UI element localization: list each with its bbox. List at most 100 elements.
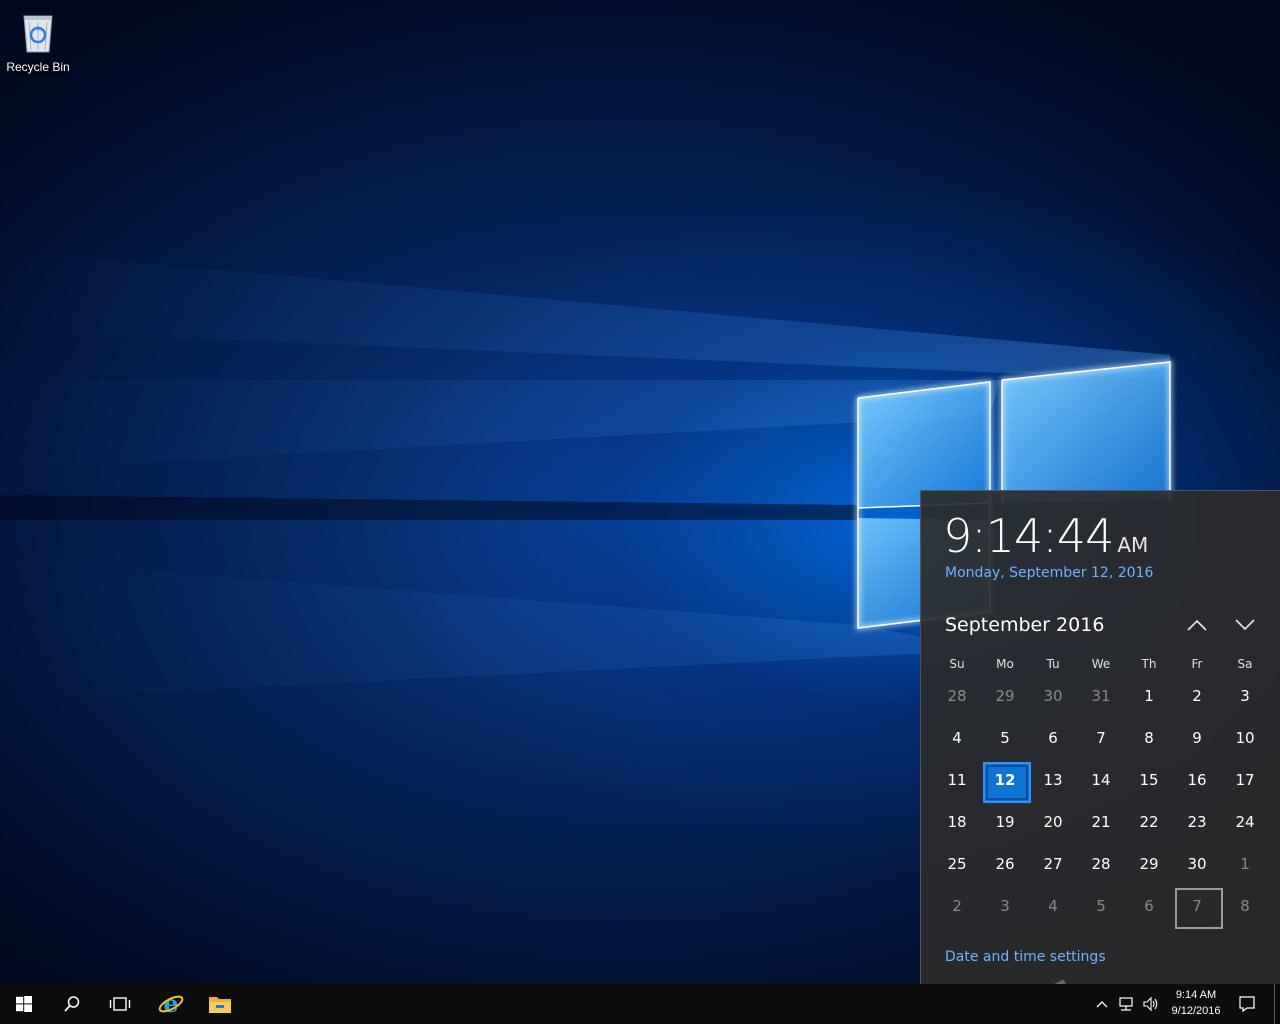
volume-tray-button[interactable] [1140, 984, 1162, 1024]
calendar-day-number: 28 [1091, 855, 1111, 873]
calendar-day[interactable]: 31 [1077, 675, 1125, 717]
calendar-day[interactable]: 6 [1125, 885, 1173, 927]
calendar-day[interactable]: 1 [1125, 675, 1173, 717]
calendar-day[interactable]: 28 [1077, 843, 1125, 885]
flyout-full-date-link[interactable]: Monday, September 12, 2016 [945, 565, 1153, 581]
calendar-day[interactable]: 17 [1221, 759, 1269, 801]
calendar-day-number: 5 [1096, 897, 1106, 915]
taskbar-clock-time: 9:14 AM [1175, 989, 1217, 1001]
internet-explorer-icon: e [158, 991, 184, 1017]
calendar-day-number: 1 [1240, 855, 1250, 873]
calendar-day[interactable]: 24 [1221, 801, 1269, 843]
previous-month-button[interactable] [1181, 611, 1213, 639]
calendar-day[interactable]: 30 [1173, 843, 1221, 885]
calendar-day[interactable]: 10 [1221, 717, 1269, 759]
desktop-icon-recycle-bin[interactable]: Recycle Bin [4, 6, 72, 76]
calendar-day[interactable]: 23 [1173, 801, 1221, 843]
calendar-day-number: 11 [947, 771, 967, 789]
calendar-day[interactable]: 16 [1173, 759, 1221, 801]
calendar-day-number: 26 [995, 855, 1015, 873]
calendar-day[interactable]: 22 [1125, 801, 1173, 843]
calendar-day[interactable]: 21 [1077, 801, 1125, 843]
calendar-grid: Su Mo Tu We Th Fr Sa 28 29 30 31 1 2 3 4 5 6 7 8 9 10 11 12 13 1… [933, 653, 1269, 929]
calendar-day-number: 8 [1144, 729, 1154, 747]
calendar-day[interactable]: 4 [933, 717, 981, 759]
flyout-ampm: AM [1117, 533, 1149, 557]
calendar-day[interactable]: 6 [1029, 717, 1077, 759]
task-view-icon [109, 997, 131, 1011]
calendar-day-number: 12 [994, 771, 1016, 789]
calendar-day[interactable]: 28 [933, 675, 981, 717]
calendar-day-number: 31 [1091, 687, 1111, 705]
chevron-down-icon [1235, 619, 1255, 631]
date-time-settings-link[interactable]: Date and time settings [945, 949, 1106, 965]
svg-text:e: e [163, 991, 178, 1017]
calendar-day-number: 6 [1048, 729, 1058, 747]
calendar-day[interactable]: 26 [981, 843, 1029, 885]
calendar-day[interactable]: 18 [933, 801, 981, 843]
calendar-day[interactable]: 27 [1029, 843, 1077, 885]
volume-icon [1143, 996, 1158, 1012]
calendar-day[interactable]: 29 [1125, 843, 1173, 885]
calendar-day[interactable]: 29 [981, 675, 1029, 717]
calendar-month-title[interactable]: September 2016 [945, 614, 1104, 636]
internet-explorer-taskbar-button[interactable]: e [147, 984, 195, 1024]
file-explorer-taskbar-button[interactable] [196, 984, 244, 1024]
action-center-button[interactable] [1234, 984, 1260, 1024]
taskbar-clock-date: 9/12/2016 [1171, 1005, 1221, 1017]
network-tray-button[interactable] [1114, 984, 1138, 1024]
weekday-header: We [1091, 657, 1111, 671]
calendar-day[interactable]: 9 [1173, 717, 1221, 759]
calendar-day-number: 13 [1043, 771, 1063, 789]
calendar-day-number: 10 [1235, 729, 1255, 747]
calendar-day-number: 14 [1091, 771, 1111, 789]
calendar-day-number: 21 [1091, 813, 1111, 831]
recycle-bin-icon [23, 15, 53, 53]
calendar-day[interactable]: 11 [933, 759, 981, 801]
calendar-day[interactable]: 2 [1173, 675, 1221, 717]
calendar-day[interactable]: 2 [933, 885, 981, 927]
calendar-day-number: 9 [1192, 729, 1202, 747]
calendar-day-number: 20 [1043, 813, 1063, 831]
calendar-day[interactable]: 4 [1029, 885, 1077, 927]
calendar-day[interactable]: 3 [1221, 675, 1269, 717]
taskbar: e 9:14 AM 9/12/2016 [0, 984, 1280, 1024]
calendar-day[interactable]: 13 [1029, 759, 1077, 801]
calendar-day[interactable]: 5 [981, 717, 1029, 759]
calendar-day[interactable]: 14 [1077, 759, 1125, 801]
file-explorer-icon [209, 997, 231, 1013]
calendar-day[interactable]: 8 [1221, 885, 1269, 927]
calendar-day[interactable]: 15 [1125, 759, 1173, 801]
calendar-day-number: 30 [1043, 687, 1063, 705]
chevron-up-icon [1187, 619, 1207, 631]
calendar-day[interactable]: 5 [1077, 885, 1125, 927]
calendar-day-number: 15 [1139, 771, 1159, 789]
calendar-day[interactable]: 19 [981, 801, 1029, 843]
show-desktop-button[interactable] [1274, 984, 1280, 1024]
calendar-day[interactable]: 8 [1125, 717, 1173, 759]
next-month-button[interactable] [1229, 611, 1261, 639]
calendar-day-number: 17 [1235, 771, 1255, 789]
weekday-header: Mo [996, 657, 1014, 671]
calendar-day[interactable]: 20 [1029, 801, 1077, 843]
calendar-day[interactable]: 7 [1173, 885, 1223, 929]
taskbar-clock[interactable]: 9:14 AM 9/12/2016 [1160, 987, 1232, 1019]
calendar-day[interactable]: 1 [1221, 843, 1269, 885]
calendar-day[interactable]: 30 [1029, 675, 1077, 717]
calendar-day-number: 7 [1096, 729, 1106, 747]
calendar-day-today[interactable]: 12 [981, 759, 1031, 803]
search-button[interactable] [48, 984, 96, 1024]
start-button[interactable] [0, 984, 48, 1024]
calendar-day-number: 2 [1192, 687, 1202, 705]
weekday-header: Sa [1237, 657, 1253, 671]
show-hidden-icons-button[interactable] [1092, 984, 1112, 1024]
calendar-day[interactable]: 25 [933, 843, 981, 885]
calendar-day-number: 7 [1192, 897, 1202, 915]
task-view-button[interactable] [96, 984, 144, 1024]
calendar-day[interactable]: 3 [981, 885, 1029, 927]
calendar-day-number: 25 [947, 855, 967, 873]
weekday-header: Th [1141, 657, 1157, 671]
calendar-day-number: 2 [952, 897, 962, 915]
calendar-day[interactable]: 7 [1077, 717, 1125, 759]
calendar-day-number: 8 [1240, 897, 1250, 915]
